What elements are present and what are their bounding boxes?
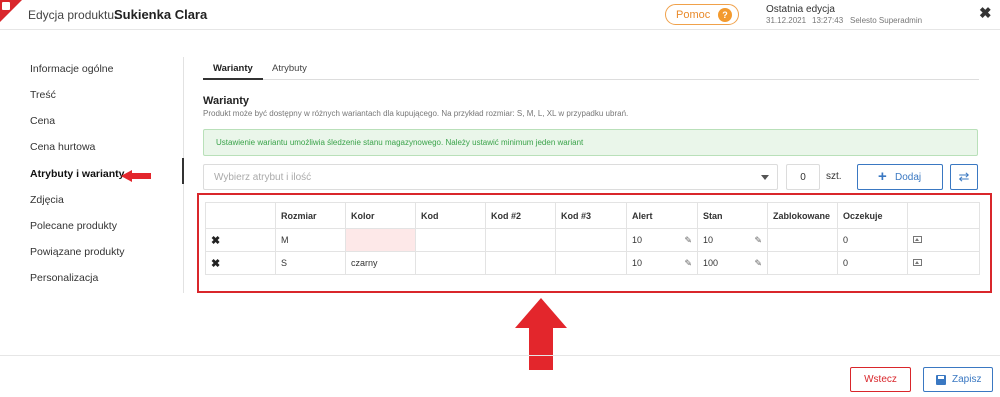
alert-text: Ustawienie wariantu umożliwia śledzenie … <box>216 138 584 147</box>
quantity-input[interactable]: 0 <box>786 164 820 190</box>
kolor-cell[interactable] <box>345 228 416 252</box>
attribute-select[interactable]: Wybierz atrybut i ilość <box>203 164 778 190</box>
help-label: Pomoc <box>676 9 711 21</box>
help-icon: ? <box>718 8 732 22</box>
header-cell-rozmiar: Rozmiar <box>275 202 346 229</box>
stan-cell[interactable]: 10 ✎ <box>697 228 768 252</box>
disk-icon <box>2 2 10 10</box>
stan-value: 10 <box>703 234 714 245</box>
last-edit-user: Selesto Superadmin <box>850 16 923 25</box>
alert-value: 10 <box>632 257 643 268</box>
zablokowane-cell <box>767 251 838 275</box>
alert-value: 10 <box>632 234 643 245</box>
back-label: Wstecz <box>864 374 897 385</box>
rozmiar-cell: S <box>275 251 346 275</box>
variants-table: Rozmiar Kolor Kod Kod #2 Kod #3 Alert St… <box>205 202 980 275</box>
back-button[interactable]: Wstecz <box>850 367 911 392</box>
kod3-cell[interactable] <box>555 251 627 275</box>
sync-button[interactable]: ⇄ <box>950 164 978 190</box>
alert-cell[interactable]: 10 ✎ <box>626 251 698 275</box>
sidebar-item-personalizacja[interactable]: Personalizacja <box>30 272 98 284</box>
sidebar-item-cena[interactable]: Cena <box>30 115 55 127</box>
annotation-arrow-up-icon <box>515 298 567 370</box>
header-cell <box>205 202 276 229</box>
title-prefix: Edycja produktu: <box>28 8 118 22</box>
header-cell-kolor: Kolor <box>345 202 416 229</box>
header-cell-zablokowane: Zablokowane <box>767 202 838 229</box>
sidebar-item-informacje-ogolne[interactable]: Informacje ogólne <box>30 63 113 75</box>
image-cell <box>907 228 980 252</box>
image-cell <box>907 251 980 275</box>
sidebar-item-polecane-produkty[interactable]: Polecane produkty <box>30 220 117 232</box>
pencil-icon[interactable]: ✎ <box>754 258 762 269</box>
last-edit-time: 13:27:43 <box>812 16 844 25</box>
sidebar-item-tresc[interactable]: Treść <box>30 89 56 101</box>
pencil-icon[interactable]: ✎ <box>684 235 692 246</box>
sidebar-item-zdjecia[interactable]: Zdjęcia <box>30 194 64 206</box>
close-icon[interactable]: ✖ <box>979 6 992 22</box>
image-icon[interactable] <box>913 236 922 243</box>
info-alert: Ustawienie wariantu umożliwia śledzenie … <box>203 129 978 156</box>
oczekuje-cell: 0 <box>837 228 908 252</box>
kod2-cell[interactable] <box>485 228 556 252</box>
header-cell-alert: Alert <box>626 202 698 229</box>
alert-cell[interactable]: 10 ✎ <box>626 228 698 252</box>
header-cell-kod: Kod <box>415 202 486 229</box>
kolor-cell[interactable]: czarny <box>345 251 416 275</box>
modal-header: Edycja produktu: Sukienka Clara Pomoc ? … <box>0 0 1000 30</box>
tab-active-underline <box>203 78 263 80</box>
header-cell-kod-3: Kod #3 <box>555 202 627 229</box>
sidebar-active-indicator <box>182 158 184 184</box>
annotation-arrow-left-icon <box>121 170 151 182</box>
table-row: ✖ M 10 ✎ 10 ✎ 0 <box>205 228 980 252</box>
kod2-cell[interactable] <box>485 251 556 275</box>
section-title: Warianty <box>203 95 250 107</box>
delete-cell: ✖ <box>205 228 276 252</box>
table-row: ✖ S czarny 10 ✎ 100 ✎ 0 <box>205 251 980 275</box>
quantity-value: 0 <box>800 172 806 183</box>
last-edit-date: 31.12.2021 <box>766 16 807 25</box>
header-cell-stan: Stan <box>697 202 768 229</box>
plus-icon: + <box>878 168 887 185</box>
tab-atrybuty[interactable]: Atrybuty <box>272 63 307 74</box>
tab-divider <box>203 79 979 80</box>
header-cell <box>907 202 980 229</box>
sidebar-item-cena-hurtowa[interactable]: Cena hurtowa <box>30 141 95 153</box>
sidebar-item-powiazane-produkty[interactable]: Powiązane produkty <box>30 246 125 258</box>
kod-cell[interactable] <box>415 251 486 275</box>
rozmiar-cell: M <box>275 228 346 252</box>
sync-icon: ⇄ <box>958 169 970 184</box>
save-label: Zapisz <box>952 374 982 385</box>
pencil-icon[interactable]: ✎ <box>684 258 692 269</box>
save-button[interactable]: Zapisz <box>923 367 993 392</box>
quantity-unit: szt. <box>826 171 842 182</box>
add-variant-button[interactable]: + Dodaj <box>857 164 943 190</box>
pencil-icon[interactable]: ✎ <box>754 235 762 246</box>
header-cell-kod-2: Kod #2 <box>485 202 556 229</box>
oczekuje-cell: 0 <box>837 251 908 275</box>
kod-cell[interactable] <box>415 228 486 252</box>
footer-divider <box>0 355 1000 356</box>
table-header-row: Rozmiar Kolor Kod Kod #2 Kod #3 Alert St… <box>205 202 980 229</box>
chevron-down-icon <box>761 175 769 180</box>
kod3-cell[interactable] <box>555 228 627 252</box>
section-description: Produkt może być dostępny w różnych wari… <box>203 109 629 118</box>
sidebar-item-atrybuty-i-warianty[interactable]: Atrybuty i warianty <box>30 168 125 180</box>
help-button[interactable]: Pomoc ? <box>665 4 739 25</box>
delete-cell: ✖ <box>205 251 276 275</box>
add-label: Dodaj <box>895 172 922 183</box>
header-cell-oczekuje: Oczekuje <box>837 202 908 229</box>
last-edit-label: Ostatnia edycja <box>766 4 835 15</box>
delete-icon[interactable]: ✖ <box>211 258 220 270</box>
tab-warianty[interactable]: Warianty <box>213 63 253 74</box>
delete-icon[interactable]: ✖ <box>211 235 220 247</box>
stan-cell[interactable]: 100 ✎ <box>697 251 768 275</box>
stan-value: 100 <box>703 257 719 268</box>
image-icon[interactable] <box>913 259 922 266</box>
select-placeholder: Wybierz atrybut i ilość <box>214 172 312 183</box>
save-icon <box>936 375 946 385</box>
zablokowane-cell <box>767 228 838 252</box>
product-name: Sukienka Clara <box>114 7 208 22</box>
